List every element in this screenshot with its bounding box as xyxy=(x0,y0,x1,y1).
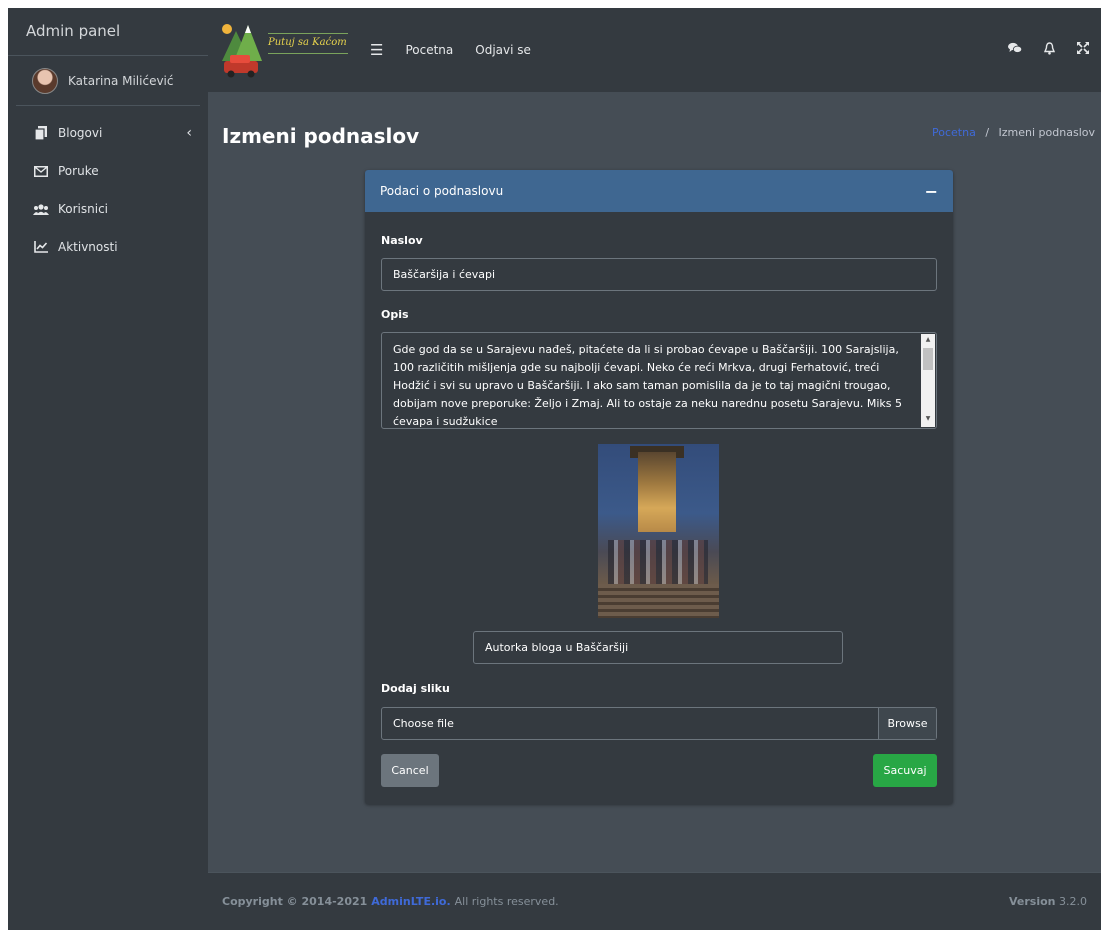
breadcrumb-current: Izmeni podnaslov xyxy=(998,126,1095,139)
opis-textarea[interactable]: Gde god da se u Sarajevu nađeš, pitaćete… xyxy=(381,332,937,429)
dodaj-sliku-label: Dodaj sliku xyxy=(381,682,450,695)
naslov-input[interactable]: Baščaršija i ćevapi xyxy=(381,258,937,291)
avatar xyxy=(32,67,58,94)
logo-text: Putuj sa Kaćom xyxy=(268,37,347,48)
file-input[interactable]: Choose file Browse xyxy=(381,707,937,740)
opis-label: Opis xyxy=(381,308,409,321)
sidebar-item-label: Aktivnosti xyxy=(58,240,118,254)
user-name[interactable]: Katarina Milićević xyxy=(68,74,173,88)
sidebar-item-label: Korisnici xyxy=(58,202,109,216)
comments-icon[interactable] xyxy=(1008,42,1023,58)
opis-text: Gde god da se u Sarajevu nađeš, pitaćete… xyxy=(393,343,903,428)
chevron-left-icon[interactable]: ‹ xyxy=(186,125,192,141)
blog-image-preview xyxy=(598,444,719,618)
textarea-scrollbar[interactable]: ▲ ▼ xyxy=(921,334,935,427)
content-wrapper: Izmeni podnaslov Pocetna / Izmeni podnas… xyxy=(208,92,1101,872)
envelope-icon xyxy=(30,165,52,177)
scroll-thumb[interactable] xyxy=(923,348,933,370)
version-value: 3.2.0 xyxy=(1059,895,1087,908)
save-button[interactable]: Sacuvaj xyxy=(873,754,937,787)
sebilj-fountain xyxy=(638,452,676,532)
collapse-minus-icon[interactable]: − xyxy=(925,182,938,201)
subtitle-form-card: Podaci o podnaslovu − Naslov Baščaršija … xyxy=(365,170,953,804)
sidebar-item-poruke[interactable]: Poruke xyxy=(8,152,208,190)
copy-icon xyxy=(30,126,52,140)
user-panel[interactable]: Katarina Milićević xyxy=(16,56,200,106)
logo-divider xyxy=(268,53,348,54)
nav-link-pocetna[interactable]: Pocetna xyxy=(405,43,453,57)
menu-toggle-icon[interactable]: ☰ xyxy=(370,41,383,59)
sidebar-item-korisnici[interactable]: Korisnici xyxy=(8,190,208,228)
cancel-button[interactable]: Cancel xyxy=(381,754,439,787)
image-caption-input[interactable]: Autorka bloga u Baščaršiji xyxy=(473,631,843,664)
logo-mountain-icon xyxy=(222,24,262,78)
naslov-label: Naslov xyxy=(381,234,423,247)
navbar-right xyxy=(1008,42,1101,58)
card-header: Podaci o podnaslovu − xyxy=(365,170,953,212)
app-frame: Admin panel Katarina Milićević Blogovi ‹… xyxy=(8,8,1101,930)
sidebar-item-blogovi[interactable]: Blogovi ‹ xyxy=(8,114,208,152)
sidebar: Admin panel Katarina Milićević Blogovi ‹… xyxy=(8,8,208,930)
nav-link-odjavi-se[interactable]: Odjavi se xyxy=(475,43,531,57)
version-label: Version xyxy=(1008,895,1056,908)
users-icon xyxy=(30,203,52,215)
breadcrumb-home-link[interactable]: Pocetna xyxy=(932,126,976,139)
bell-icon[interactable] xyxy=(1043,42,1056,58)
page-title: Izmeni podnaslov xyxy=(222,124,420,148)
file-input-text[interactable]: Choose file xyxy=(382,708,878,739)
breadcrumb-separator: / xyxy=(985,126,990,139)
scroll-down-icon[interactable]: ▼ xyxy=(921,413,935,425)
top-navbar: Putuj sa Kaćom ☰ Pocetna Odjavi se xyxy=(208,8,1101,92)
sidebar-item-label: Poruke xyxy=(58,164,99,178)
fullscreen-icon[interactable] xyxy=(1077,42,1089,58)
sidebar-item-aktivnosti[interactable]: Aktivnosti xyxy=(8,228,208,266)
footer-rights: All rights reserved. xyxy=(454,895,559,908)
scroll-up-icon[interactable]: ▲ xyxy=(921,334,935,346)
sidebar-nav: Blogovi ‹ Poruke Korisnici Aktivnosti xyxy=(8,106,208,266)
browse-button[interactable]: Browse xyxy=(878,708,936,739)
card-title: Podaci o podnaslovu xyxy=(380,184,504,198)
footer-copyright: Copyright © 2014-2021 xyxy=(222,895,368,908)
breadcrumb: Pocetna / Izmeni podnaslov xyxy=(932,126,1095,139)
steps xyxy=(598,584,719,618)
logo-divider xyxy=(268,33,348,34)
chart-line-icon xyxy=(30,241,52,253)
footer: Copyright © 2014-2021 AdminLTE.io. All r… xyxy=(208,872,1101,930)
sidebar-item-label: Blogovi xyxy=(58,126,103,140)
sidebar-brand[interactable]: Admin panel xyxy=(8,8,208,56)
adminlte-link[interactable]: AdminLTE.io. xyxy=(371,895,450,908)
footer-version: Version 3.2.0 xyxy=(1009,895,1087,908)
site-logo[interactable]: Putuj sa Kaćom xyxy=(218,15,354,85)
